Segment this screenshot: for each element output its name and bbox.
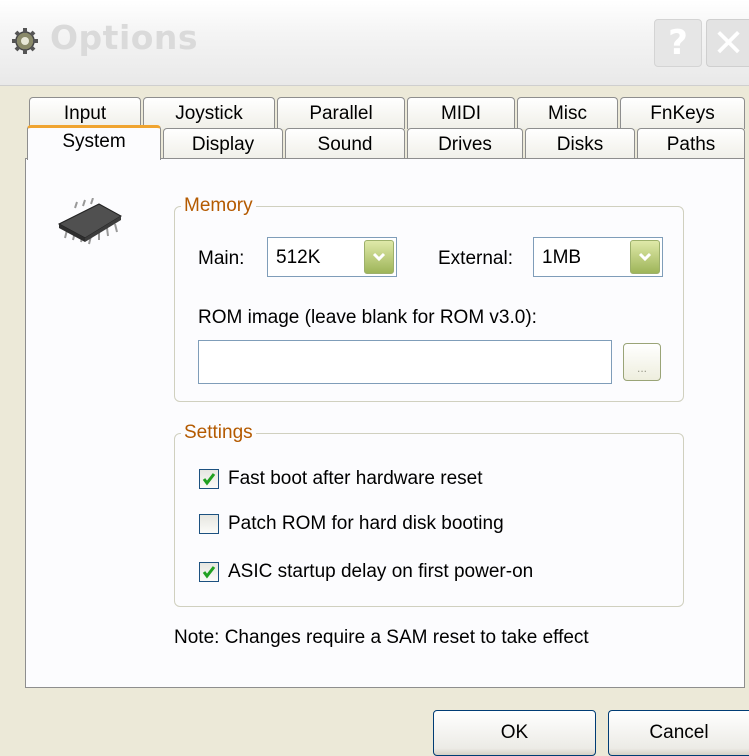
check-icon (202, 566, 216, 579)
note-text: Note: Changes require a SAM reset to tak… (174, 627, 589, 648)
window-title: Options (50, 18, 199, 57)
memory-legend: Memory (181, 194, 256, 218)
fast-boot-checkbox[interactable] (199, 469, 219, 489)
chevron-down-icon[interactable] (630, 240, 660, 274)
rom-image-label: ROM image (leave blank for ROM v3.0): (198, 307, 537, 328)
browse-button[interactable]: ... (623, 343, 661, 381)
asic-delay-checkbox[interactable] (199, 562, 219, 582)
main-memory-select[interactable]: 512K (267, 237, 397, 277)
rom-image-input[interactable] (198, 340, 612, 384)
external-memory-label: External: (438, 248, 513, 269)
tab-misc[interactable]: Misc (517, 97, 618, 129)
tab-drives[interactable]: Drives (407, 128, 523, 160)
ok-button[interactable]: OK (433, 710, 596, 756)
asic-delay-label[interactable]: ASIC startup delay on first power-on (228, 560, 533, 584)
external-memory-select[interactable]: 1MB (533, 237, 663, 277)
memory-chip-icon (57, 198, 122, 245)
patch-rom-label[interactable]: Patch ROM for hard disk booting (228, 512, 504, 536)
tab-paths[interactable]: Paths (637, 128, 745, 160)
tab-system[interactable]: System (27, 125, 161, 160)
gear-icon (12, 28, 38, 54)
close-button[interactable]: ✕ (706, 19, 749, 67)
tab-display[interactable]: Display (163, 128, 283, 160)
patch-rom-checkbox[interactable] (199, 514, 219, 534)
tab-midi[interactable]: MIDI (407, 97, 515, 129)
external-memory-value: 1MB (542, 247, 582, 268)
tab-parallel[interactable]: Parallel (277, 97, 405, 129)
check-icon (202, 473, 216, 486)
tab-disks[interactable]: Disks (525, 128, 635, 160)
help-button[interactable]: ? (654, 19, 702, 67)
tab-fnkeys[interactable]: FnKeys (620, 97, 745, 129)
settings-legend: Settings (181, 421, 256, 445)
main-memory-value: 512K (276, 247, 321, 268)
fast-boot-label[interactable]: Fast boot after hardware reset (228, 467, 483, 491)
tab-sound[interactable]: Sound (285, 128, 405, 160)
tab-joystick[interactable]: Joystick (143, 97, 275, 129)
cancel-button[interactable]: Cancel (608, 710, 749, 756)
chevron-down-icon[interactable] (364, 240, 394, 274)
main-memory-label: Main: (198, 248, 245, 269)
title-bar[interactable]: Options ? ✕ (0, 0, 749, 86)
